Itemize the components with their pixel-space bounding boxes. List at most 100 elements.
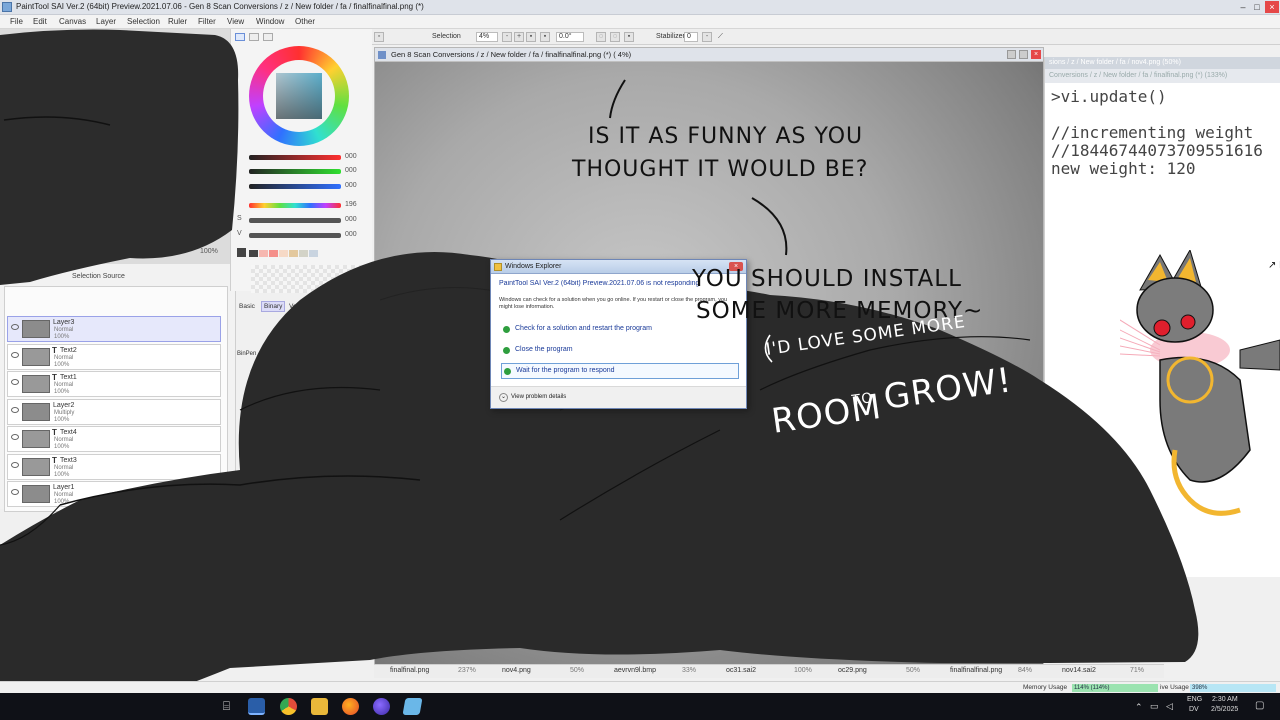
saturation-value-square[interactable] [276,73,322,119]
brush-tab-binary[interactable]: Binary [261,301,286,312]
stabilizer-stepper[interactable]: - [702,32,712,42]
menu-canvas[interactable]: Canvas [59,17,86,26]
notification-icon[interactable]: ▢ [1255,700,1264,711]
brush-tab-basic[interactable]: Basic [239,303,255,310]
maximize-button[interactable]: □ [1250,1,1264,13]
eye-icon[interactable] [11,324,19,330]
layer-row[interactable]: Layer2 Multiply 100% [7,398,221,425]
color-swatch[interactable] [279,250,288,257]
zoom-reset-button[interactable]: ▪ [526,32,536,42]
document-tab[interactable]: finalfinal.png [390,667,429,674]
brush-tab-artistic[interactable]: Artistic [313,303,333,310]
flip-button[interactable]: ▪ [624,32,634,42]
rotation-field[interactable]: 0.0° [556,32,584,42]
notepad-icon[interactable] [402,698,423,715]
canvas-close-button[interactable]: × [1031,50,1041,59]
menu-window[interactable]: Window [256,17,284,26]
minimize-button[interactable]: – [1236,1,1250,13]
menu-view[interactable]: View [227,17,244,26]
color-swatch[interactable] [309,250,318,257]
color-swatch[interactable] [249,250,258,257]
eye-icon[interactable] [11,351,19,358]
sai-taskbar-icon[interactable] [248,698,265,715]
clock-time[interactable]: 2:30 AM [1212,696,1238,703]
color-slider-tab-icon[interactable] [249,33,259,41]
language-primary[interactable]: ENG [1187,696,1202,703]
value-slider[interactable] [249,233,341,238]
color-swatch[interactable] [289,250,298,257]
eye-icon[interactable] [11,461,19,468]
eye-icon[interactable] [11,489,19,495]
swatch-tab-icon[interactable] [263,33,273,41]
chevron-down-icon[interactable]: ⌄ [499,393,508,402]
rotate-right-button[interactable]: ◌ [610,32,620,42]
tray-chevron-up-icon[interactable]: ⌃ [1135,702,1143,713]
eye-icon[interactable] [11,434,19,440]
menu-other[interactable]: Other [295,17,315,26]
blue-slider[interactable] [249,184,341,189]
stabilizer-field[interactable]: 0 [684,32,698,42]
eye-icon[interactable] [11,406,19,413]
language-secondary[interactable]: DV [1189,706,1199,713]
green-slider[interactable] [249,169,341,174]
saturation-slider[interactable] [249,218,341,223]
menu-layer[interactable]: Layer [96,17,116,26]
layer-row[interactable]: Layer1 Normal 100% [7,481,221,507]
check-solution-option[interactable]: Check for a solution and restart the pro… [501,322,739,338]
volume-icon[interactable]: ◁ [1166,701,1173,712]
menu-filter[interactable]: Filter [198,17,216,26]
layer-row[interactable]: Text4 Normal 100% T [7,426,221,452]
color-swatch[interactable] [269,250,278,257]
document-tab[interactable]: nov14.sai2 [1062,667,1096,674]
color-wheel[interactable] [249,46,349,146]
menu-ruler[interactable]: Ruler [168,17,187,26]
pen-icon[interactable]: ⟋ [718,33,723,41]
layer-row[interactable]: Layer3 Normal 100% [7,316,221,342]
document-tab[interactable]: nov4.png [502,667,531,674]
wait-for-program-option[interactable]: Wait for the program to respond [501,363,739,379]
task-view-icon[interactable]: ⌸ [218,698,235,715]
zoom-fit-button[interactable]: ▪ [540,32,550,42]
clock-date[interactable]: 2/5/2025 [1211,706,1238,713]
brush-tab-ver1[interactable]: Ver.1 [289,303,304,310]
layer-row[interactable]: Text1 Normal 100% T [7,371,221,397]
layer-blend-mode: Normal [54,492,74,498]
document-tab[interactable]: oc31.sai2 [726,667,756,674]
current-color-swatch[interactable] [237,248,246,257]
layer-blend-mode: Normal [54,354,74,361]
zoom-field[interactable]: 4% [476,32,498,42]
navigator-preview[interactable] [0,29,230,264]
color-swatch[interactable] [259,250,268,257]
color-swatch[interactable] [299,250,308,257]
view-problem-details-link[interactable]: View problem details [511,394,566,400]
close-button[interactable]: × [1265,1,1279,13]
document-tab[interactable]: oc29.png [838,667,867,674]
zoom-in-button[interactable]: + [514,32,524,42]
menu-selection[interactable]: Selection [127,17,160,26]
rotate-left-button[interactable]: ◌ [596,32,606,42]
scratch-pad[interactable] [251,265,361,293]
canvas-minimize-button[interactable] [1007,50,1016,59]
document-tab[interactable]: finalfinalfinal.png [950,667,1002,674]
zoom-out-button[interactable]: - [502,32,512,42]
window-title: PaintTool SAI Ver.2 (64bit) Preview.2021… [16,2,424,11]
canvas-title: Gen 8 Scan Conversions / z / New folder … [391,50,632,59]
file-explorer-icon[interactable] [311,698,328,715]
eye-icon[interactable] [11,379,19,385]
layer-row[interactable]: Text2 Normal 100% T [7,343,221,370]
firefox-icon[interactable] [342,698,359,715]
chrome-icon[interactable] [280,698,297,715]
color-wheel-tab-icon[interactable] [235,33,245,41]
menu-edit[interactable]: Edit [33,17,47,26]
toolbar-new-icon[interactable]: ▫ [374,32,384,42]
close-program-option[interactable]: Close the program [501,343,739,359]
obs-icon[interactable] [373,698,390,715]
network-icon[interactable]: ▭ [1150,701,1159,712]
document-tab[interactable]: aevrvn9l.bmp [614,667,656,674]
canvas-maximize-button[interactable] [1019,50,1028,59]
brush-name[interactable]: BinPen [237,351,256,357]
layer-row[interactable]: Text3 Normal 100% T [7,453,221,480]
hue-slider[interactable] [249,203,341,208]
menu-file[interactable]: File [10,17,23,26]
red-slider[interactable] [249,155,341,160]
